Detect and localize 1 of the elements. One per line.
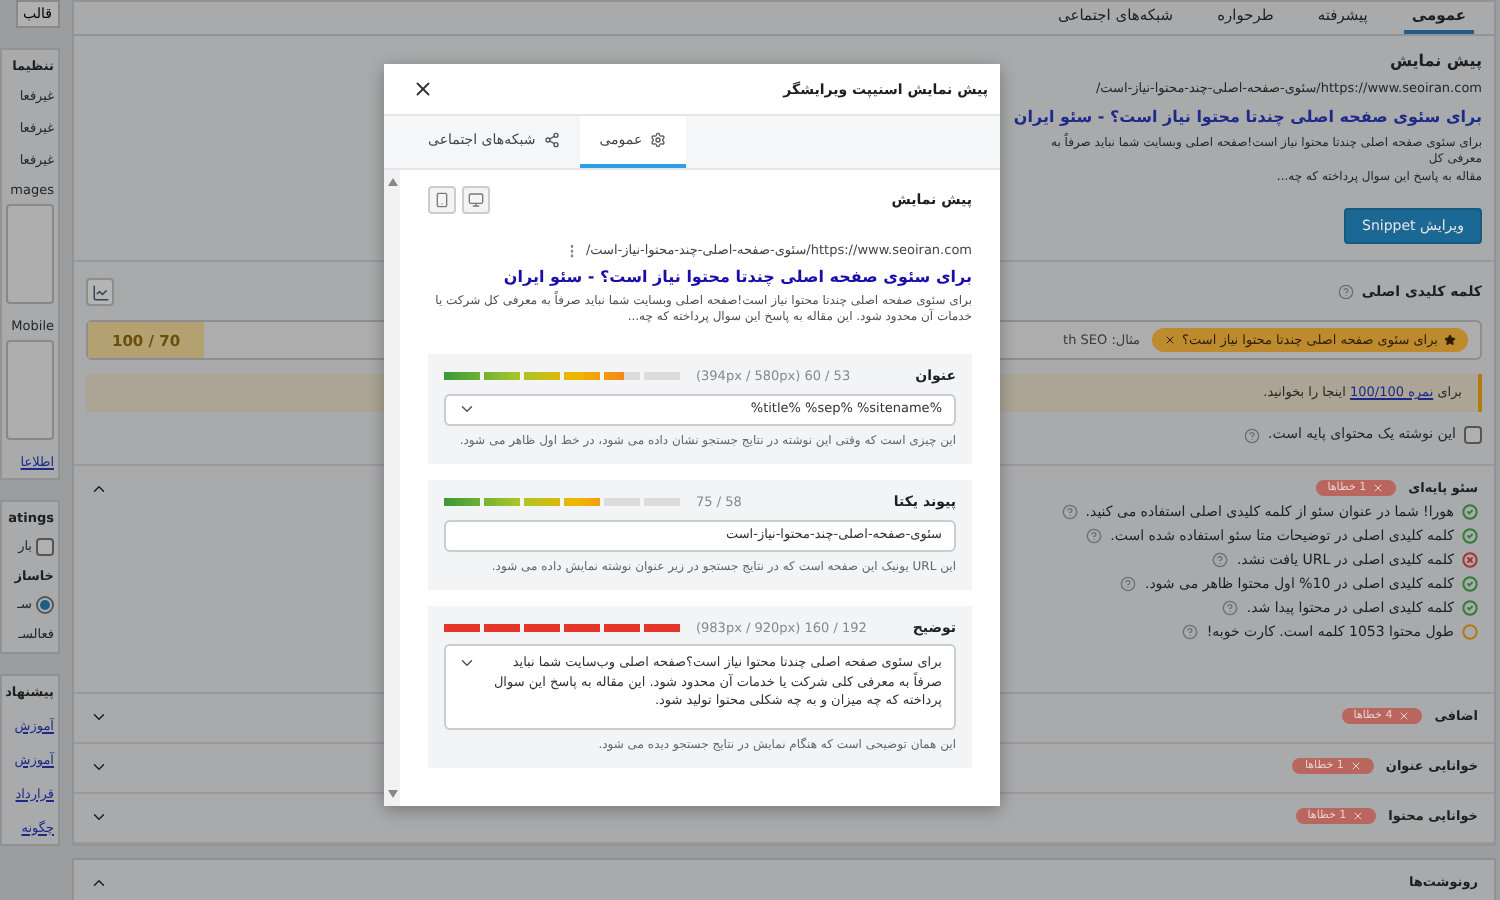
preview-title: پیش نمایش <box>1387 52 1482 70</box>
